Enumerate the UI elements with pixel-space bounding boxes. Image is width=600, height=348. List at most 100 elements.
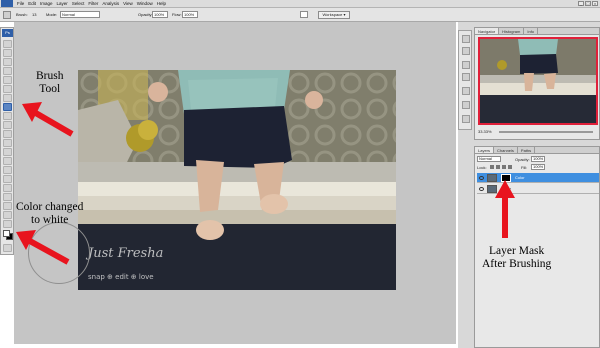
actions-panel-icon[interactable]	[462, 47, 470, 55]
tab-layers[interactable]: Layers	[475, 147, 495, 153]
maximize-button[interactable]: □	[585, 1, 591, 6]
collapsed-panels-strip	[458, 30, 472, 130]
annotation-layer-mask: Layer Mask After Brushing	[482, 245, 551, 271]
brushes-panel-icon[interactable]	[462, 61, 470, 69]
options-bar: Brush: 13 Mode: Normal Opacity: 100% Flo…	[0, 8, 600, 22]
tab-paths[interactable]: Paths	[518, 147, 536, 153]
window-controls: _ □ ×	[578, 1, 598, 6]
layers-tabs: Layers Channels Paths	[475, 147, 599, 154]
navigator-thumbnail	[480, 39, 596, 123]
menu-select[interactable]: Select	[70, 1, 87, 6]
paragraph-panel-icon[interactable]	[462, 115, 470, 123]
fill-label: Fill:	[521, 165, 528, 170]
opacity-label: Opacity:	[138, 12, 153, 17]
tool-presets-panel-icon[interactable]	[462, 87, 470, 95]
menu-window[interactable]: Window	[135, 1, 155, 6]
eye-icon[interactable]	[479, 187, 484, 191]
eye-icon[interactable]	[479, 176, 484, 180]
minimize-button[interactable]: _	[578, 1, 584, 6]
crop-tool-icon[interactable]	[3, 76, 12, 84]
lasso-tool-icon[interactable]	[3, 58, 12, 66]
blend-mode-select[interactable]: Normal	[477, 156, 501, 162]
flow-field[interactable]: 100%	[182, 11, 198, 18]
canvas-area[interactable]: Just Fresha snap ⊕ edit ⊕ love	[14, 22, 456, 344]
eraser-tool-icon[interactable]	[3, 130, 12, 138]
palette-icon[interactable]	[300, 11, 308, 18]
clone-stamp-tool-icon[interactable]	[3, 112, 12, 120]
history-panel-icon[interactable]	[462, 35, 470, 43]
character-panel-icon[interactable]	[462, 101, 470, 109]
lock-label: Lock:	[477, 165, 487, 170]
layers-opacity-field[interactable]: 100%	[531, 156, 545, 162]
tab-channels[interactable]: Channels	[494, 147, 518, 153]
close-button[interactable]: ×	[592, 1, 598, 6]
history-brush-tool-icon[interactable]	[3, 121, 12, 129]
tools-panel: Ps	[0, 27, 14, 255]
magic-wand-tool-icon[interactable]	[3, 67, 12, 75]
lock-options-icon	[490, 165, 512, 169]
annotation-color-changed: Color changed to white	[16, 201, 83, 227]
annotation-brush-tool: Brush Tool	[36, 70, 63, 96]
foreground-color-swatch[interactable]	[3, 230, 10, 237]
tab-histogram[interactable]: Histogram	[499, 28, 525, 34]
shape-tool-icon[interactable]	[3, 193, 12, 201]
workspace-button[interactable]: Workspace ▾	[318, 11, 350, 19]
menu-image[interactable]: Image	[38, 1, 55, 6]
annotation-brush-tool-line2: Tool	[39, 83, 61, 95]
tab-navigator[interactable]: Navigator	[475, 28, 500, 34]
zoom-tool-icon[interactable]	[3, 220, 12, 228]
menu-file[interactable]: File	[15, 1, 26, 6]
menu-help[interactable]: Help	[155, 1, 168, 6]
annotation-brush-tool-line1: Brush	[36, 70, 64, 82]
type-tool-icon[interactable]	[3, 175, 12, 183]
arrow-to-brush-tool	[22, 102, 74, 137]
3d-rotate-tool-icon[interactable]	[3, 202, 12, 210]
brush-label: Brush:	[16, 12, 28, 17]
fill-field[interactable]: 100%	[531, 164, 545, 170]
menu-layer[interactable]: Layer	[55, 1, 70, 6]
navigator-view-box[interactable]	[478, 37, 598, 125]
gradient-tool-icon[interactable]	[3, 139, 12, 147]
blur-tool-icon[interactable]	[3, 148, 12, 156]
opacity-field[interactable]: 100%	[152, 11, 168, 18]
annotation-layer-mask-line1: Layer Mask	[489, 245, 545, 257]
arrow-to-layer-mask	[495, 180, 515, 238]
eyedropper-tool-icon[interactable]	[3, 85, 12, 93]
menu-edit[interactable]: Edit	[26, 1, 38, 6]
brush-preset-icon[interactable]	[3, 11, 11, 19]
lock-icons[interactable]	[489, 164, 515, 170]
toolbox-logo-icon: Ps	[2, 29, 13, 37]
annotation-color-changed-line1: Color changed	[16, 201, 84, 213]
quick-mask-icon[interactable]	[3, 244, 12, 252]
watermark-tagline: snap ⊕ edit ⊕ love	[88, 273, 154, 281]
arrow-to-color-swatch	[16, 230, 70, 265]
mode-label: Mode:	[46, 12, 58, 17]
menu-view[interactable]: View	[121, 1, 135, 6]
brush-tool-icon[interactable]	[3, 103, 12, 111]
mode-select[interactable]: Normal	[60, 11, 100, 18]
move-tool-icon[interactable]	[3, 40, 12, 48]
clone-source-panel-icon[interactable]	[462, 73, 470, 81]
menu-bar: File Edit Image Layer Select Filter Anal…	[0, 0, 600, 8]
navigator-tabs: Navigator Histogram Info	[475, 28, 599, 35]
annotation-layer-mask-line2: After Brushing	[482, 258, 552, 270]
watermark-script: Just Fresha	[88, 246, 164, 261]
brush-size[interactable]: 13	[32, 12, 36, 17]
document-photo[interactable]: Just Fresha snap ⊕ edit ⊕ love	[78, 70, 396, 290]
navigator-panel: Navigator Histogram Info 33.33%	[474, 27, 600, 140]
annotation-color-changed-line2: to white	[31, 214, 69, 226]
flow-label: Flow:	[172, 12, 182, 17]
hand-tool-icon[interactable]	[3, 211, 12, 219]
layers-opacity-label: Opacity:	[515, 157, 530, 162]
marquee-tool-icon[interactable]	[3, 49, 12, 57]
menu-filter[interactable]: Filter	[86, 1, 100, 6]
navigator-zoom-slider[interactable]	[499, 131, 593, 133]
tab-info[interactable]: Info	[524, 28, 539, 34]
pen-tool-icon[interactable]	[3, 166, 12, 174]
path-selection-tool-icon[interactable]	[3, 184, 12, 192]
photoshop-logo-icon	[1, 0, 13, 7]
navigator-zoom-value[interactable]: 33.33%	[478, 129, 492, 134]
menu-analysis[interactable]: Analysis	[100, 1, 121, 6]
dodge-tool-icon[interactable]	[3, 157, 12, 165]
healing-brush-tool-icon[interactable]	[3, 94, 12, 102]
